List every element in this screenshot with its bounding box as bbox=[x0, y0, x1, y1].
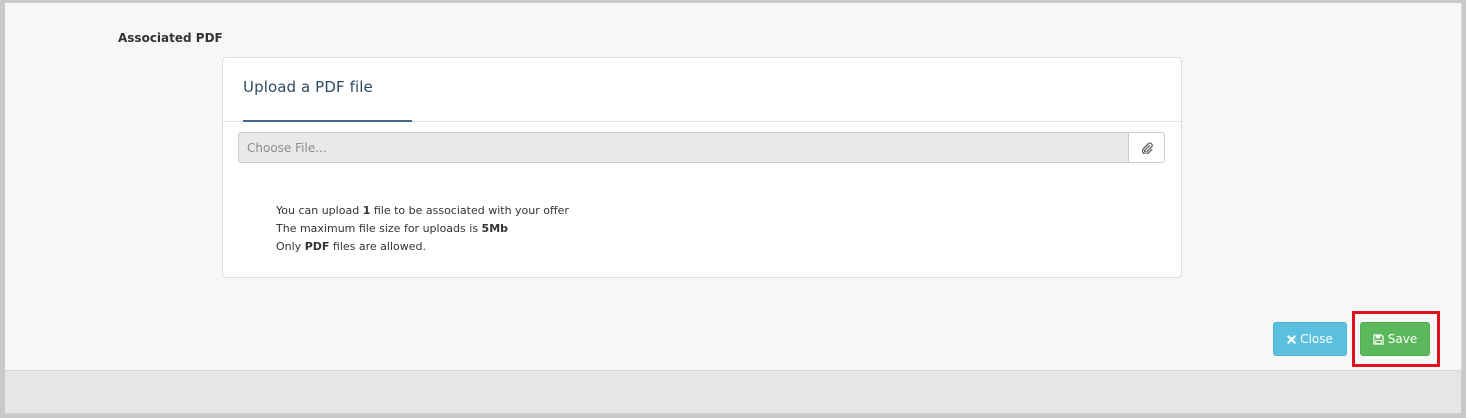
save-button-label: Save bbox=[1387, 332, 1418, 346]
file-input[interactable] bbox=[238, 132, 1128, 163]
paperclip-icon bbox=[1141, 142, 1153, 154]
floppy-disk-icon bbox=[1373, 333, 1384, 345]
info-line-size: The maximum file size for uploads is 5Mb bbox=[276, 222, 509, 235]
close-button-label: Close bbox=[1300, 332, 1333, 346]
active-tab-indicator bbox=[243, 120, 412, 122]
upload-info: You can upload 1 file to be associated w… bbox=[276, 202, 569, 256]
attach-file-button[interactable] bbox=[1128, 132, 1165, 163]
modal-body: Associated PDF Upload a PDF file You can… bbox=[5, 3, 1462, 370]
close-icon bbox=[1287, 334, 1296, 344]
save-button[interactable]: Save bbox=[1360, 322, 1430, 356]
tab-upload-pdf[interactable]: Upload a PDF file bbox=[243, 78, 373, 96]
info-line-type: Only PDF files are allowed. bbox=[276, 240, 427, 253]
close-button[interactable]: Close bbox=[1273, 322, 1347, 356]
modal-footer-bar bbox=[5, 370, 1461, 414]
upload-panel: Upload a PDF file You can upload 1 file … bbox=[222, 57, 1182, 278]
section-label: Associated PDF bbox=[118, 31, 223, 45]
info-line-count: You can upload 1 file to be associated w… bbox=[276, 204, 569, 217]
